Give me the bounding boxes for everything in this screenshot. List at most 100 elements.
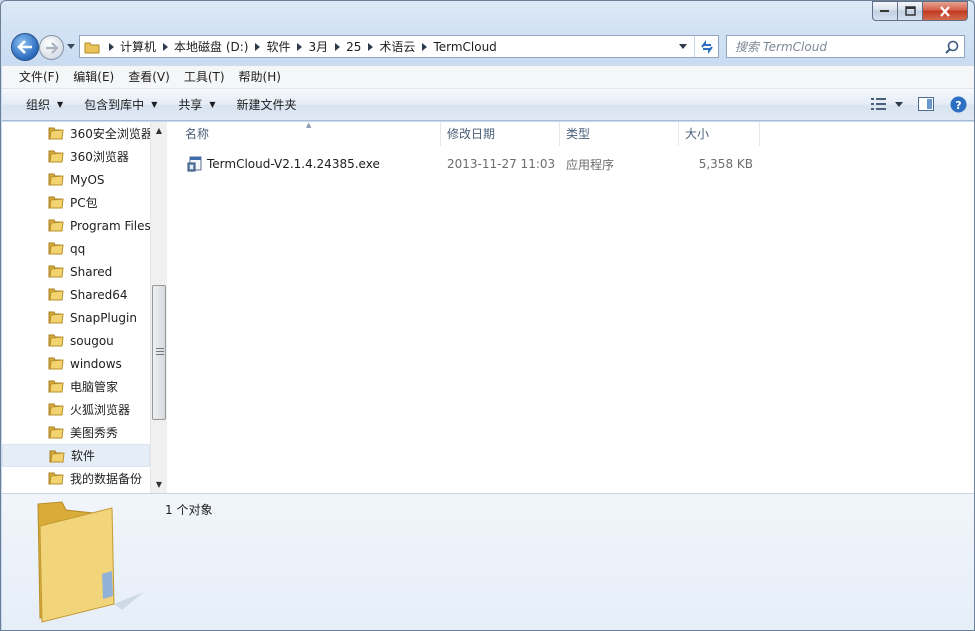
breadcrumb-item[interactable]: 25 bbox=[346, 40, 361, 54]
details-view-icon bbox=[871, 98, 886, 110]
breadcrumb-item[interactable]: TermCloud bbox=[433, 40, 496, 54]
close-button[interactable] bbox=[923, 1, 968, 21]
menu-tools[interactable]: 工具(T) bbox=[177, 66, 232, 88]
address-history-button[interactable] bbox=[676, 36, 690, 57]
column-size-label: 大小 bbox=[685, 127, 710, 141]
tree-item-label: qq bbox=[70, 241, 86, 256]
column-header-name[interactable]: ▲ 名称 bbox=[167, 121, 441, 146]
forward-arrow-icon bbox=[45, 41, 59, 54]
tree-item[interactable]: windows bbox=[2, 352, 150, 375]
refresh-icon bbox=[700, 39, 713, 54]
tree-item[interactable]: qq bbox=[2, 237, 150, 260]
folder-icon bbox=[48, 219, 64, 232]
menu-bar: 文件(F) 编辑(E) 查看(V) 工具(T) 帮助(H) bbox=[2, 65, 974, 89]
tree-item-label: Program Files bbox=[70, 218, 150, 233]
column-type-label: 类型 bbox=[566, 127, 591, 141]
chevron-right-icon[interactable] bbox=[156, 42, 174, 51]
menu-edit[interactable]: 编辑(E) bbox=[66, 66, 121, 88]
column-header-type[interactable]: 类型 bbox=[560, 122, 679, 146]
tree-item[interactable]: 我的数据备份 bbox=[2, 467, 150, 490]
folder-icon bbox=[48, 403, 64, 416]
tree-item[interactable]: Program Files bbox=[2, 214, 150, 237]
breadcrumb-item[interactable]: 本地磁盘 (D:) bbox=[174, 38, 248, 55]
tree-item-label: 我的数据备份 bbox=[70, 472, 143, 486]
search-icon[interactable] bbox=[945, 40, 959, 54]
menu-file[interactable]: 文件(F) bbox=[12, 66, 66, 88]
chevron-down-icon bbox=[895, 101, 903, 107]
folder-icon bbox=[48, 426, 64, 439]
chevron-right-icon[interactable] bbox=[248, 42, 266, 51]
chevron-down-icon: ▼ bbox=[151, 99, 158, 109]
tree-item[interactable]: 美图秀秀 bbox=[2, 421, 150, 444]
tree-item[interactable]: 360浏览器 bbox=[2, 145, 150, 168]
navigation-pane: 360安全浏览器 360浏览器 MyOS PC包 Program Files qq Shar… bbox=[2, 122, 150, 493]
back-arrow-icon bbox=[17, 40, 32, 54]
tree-item[interactable]: 360安全浏览器 bbox=[2, 122, 150, 145]
include-in-library-button[interactable]: 包含到库中 ▼ bbox=[74, 90, 168, 120]
chevron-right-icon[interactable] bbox=[102, 42, 120, 51]
address-bar[interactable]: 计算机 本地磁盘 (D:) 软件 3月 25 术语云 TermCloud bbox=[79, 35, 719, 58]
tree-item[interactable]: 软件 bbox=[2, 444, 150, 467]
organize-button[interactable]: 组织 ▼ bbox=[16, 90, 74, 120]
chevron-right-icon[interactable] bbox=[415, 42, 433, 51]
preview-pane-icon bbox=[918, 97, 934, 111]
tree-item[interactable]: 电脑管家 bbox=[2, 375, 150, 398]
navigation-pane-scrollbar[interactable]: ▲ ▼ bbox=[150, 122, 167, 493]
tree-item-label: windows bbox=[70, 356, 122, 371]
breadcrumb-item[interactable]: 3月 bbox=[309, 38, 329, 55]
scroll-down-icon[interactable]: ▼ bbox=[151, 476, 167, 493]
minimize-icon bbox=[880, 10, 889, 12]
new-folder-button[interactable]: 新建文件夹 bbox=[227, 90, 308, 120]
preview-pane-button[interactable] bbox=[910, 89, 942, 119]
tree-item[interactable]: SnapPlugin bbox=[2, 306, 150, 329]
menu-view[interactable]: 查看(V) bbox=[121, 66, 177, 88]
back-button[interactable] bbox=[11, 33, 39, 61]
tree-item-label: Shared64 bbox=[70, 287, 128, 302]
folder-icon bbox=[48, 288, 64, 301]
tree-item[interactable]: MyOS bbox=[2, 168, 150, 191]
chevron-right-icon[interactable] bbox=[361, 42, 379, 51]
tree-item-label: 美图秀秀 bbox=[70, 426, 119, 440]
chevron-down-icon bbox=[67, 43, 75, 49]
tree-item-label: PC包 bbox=[70, 196, 98, 210]
folder-icon bbox=[48, 265, 64, 278]
folder-icon bbox=[48, 173, 64, 186]
refresh-button[interactable] bbox=[694, 36, 718, 57]
details-pane: 1 个对象 bbox=[2, 493, 974, 630]
chevron-right-icon[interactable] bbox=[291, 42, 309, 51]
explorer-window: 计算机 本地磁盘 (D:) 软件 3月 25 术语云 TermCloud 文件(F) 编辑(… bbox=[0, 0, 975, 631]
menu-help[interactable]: 帮助(H) bbox=[232, 66, 288, 88]
search-input[interactable] bbox=[735, 39, 935, 54]
tree-item[interactable]: sougou bbox=[2, 329, 150, 352]
breadcrumb-item[interactable]: 计算机 bbox=[120, 38, 156, 55]
forward-button[interactable] bbox=[39, 35, 64, 60]
tree-item[interactable]: Shared64 bbox=[2, 283, 150, 306]
chevron-right-icon[interactable] bbox=[328, 42, 346, 51]
folder-icon bbox=[84, 42, 100, 53]
exe-file-icon bbox=[187, 156, 202, 172]
help-button[interactable]: ? bbox=[942, 89, 974, 119]
view-options-button[interactable] bbox=[864, 89, 910, 119]
maximize-button[interactable] bbox=[898, 1, 923, 21]
tree-item[interactable]: 火狐浏览器 bbox=[2, 398, 150, 421]
chevron-down-icon: ▼ bbox=[209, 99, 216, 109]
column-header-size[interactable]: 大小 bbox=[679, 122, 760, 146]
item-count: 1 个对象 bbox=[165, 503, 213, 517]
folder-icon bbox=[48, 380, 64, 393]
folder-icon bbox=[49, 450, 65, 463]
column-header-modified[interactable]: 修改日期 bbox=[441, 122, 560, 146]
tree-item[interactable]: Shared bbox=[2, 260, 150, 283]
file-row[interactable]: TermCloud-V2.1.4.24385.exe 2013-11-27 11… bbox=[167, 153, 974, 175]
tree-item[interactable]: PC包 bbox=[2, 191, 150, 214]
folder-icon bbox=[48, 334, 64, 347]
minimize-button[interactable] bbox=[872, 1, 898, 21]
share-label: 共享 bbox=[178, 97, 203, 112]
scrollbar-thumb[interactable] bbox=[152, 285, 166, 420]
recent-pages-button[interactable] bbox=[66, 41, 76, 51]
scroll-up-icon[interactable]: ▲ bbox=[151, 122, 167, 139]
help-icon: ? bbox=[950, 96, 966, 112]
breadcrumb-item[interactable]: 软件 bbox=[266, 38, 290, 55]
breadcrumb-item[interactable]: 术语云 bbox=[379, 38, 415, 55]
svg-text:?: ? bbox=[955, 99, 961, 112]
share-button[interactable]: 共享 ▼ bbox=[168, 90, 226, 120]
